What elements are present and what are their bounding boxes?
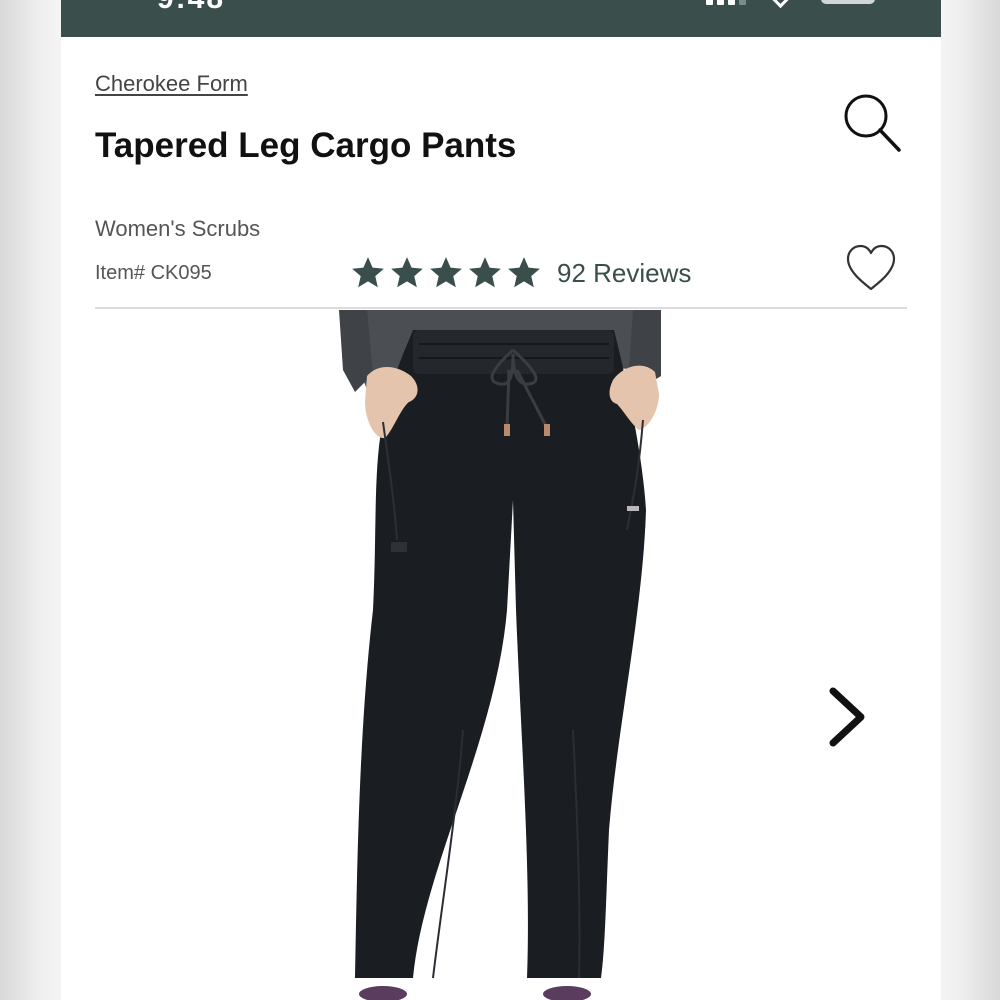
status-time: 9:48 — [157, 0, 225, 16]
signal-strength-icon — [706, 0, 746, 5]
rating[interactable]: 92 Reviews — [349, 254, 691, 292]
wishlist-button[interactable] — [844, 242, 898, 296]
product-category: Women's Scrubs — [95, 216, 261, 241]
heart-icon — [846, 244, 896, 291]
next-image-button[interactable] — [823, 685, 871, 749]
status-bar: 9:48 — [61, 0, 941, 37]
star-icon — [352, 257, 384, 288]
product-image[interactable] — [61, 310, 941, 1000]
star-icon — [391, 257, 423, 288]
location-icon — [769, 0, 792, 9]
star-rating — [349, 254, 543, 292]
chevron-right-icon — [829, 687, 865, 747]
reviews-link[interactable]: 92 Reviews — [557, 258, 691, 289]
battery-icon — [821, 0, 875, 4]
star-icon — [508, 257, 540, 288]
search-button[interactable] — [836, 88, 906, 158]
brand-link[interactable]: Cherokee Form — [95, 71, 248, 97]
divider — [95, 307, 907, 309]
search-icon — [844, 94, 901, 152]
phone-screen: 9:48 Cherokee Form Tapered Leg Cargo Pan… — [61, 0, 941, 1000]
star-icon — [469, 257, 501, 288]
star-icon — [430, 257, 462, 288]
product-title: Tapered Leg Cargo Pants — [95, 126, 517, 165]
item-number: Item# CK095 — [95, 262, 212, 284]
